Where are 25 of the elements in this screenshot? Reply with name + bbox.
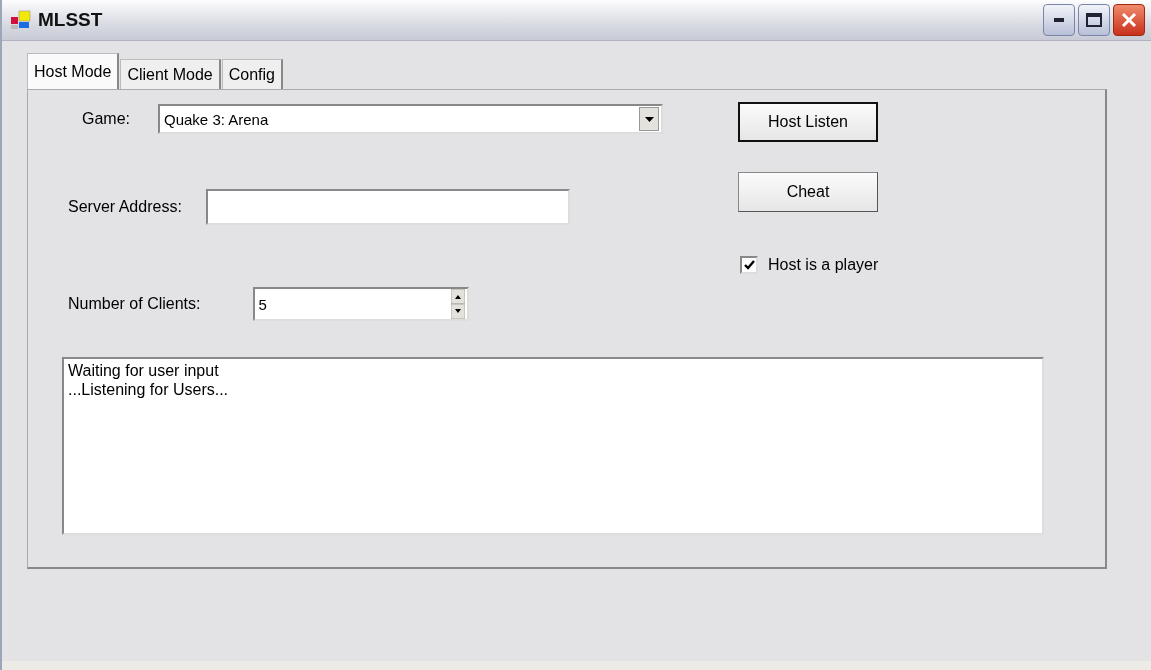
tab[interactable]: Client Mode <box>120 59 221 89</box>
push-button[interactable]: Cheat <box>738 172 878 212</box>
maximize-button[interactable] <box>1078 4 1110 36</box>
close-button[interactable] <box>1113 4 1145 36</box>
checkbox[interactable] <box>740 256 758 274</box>
checkbox-label: Host is a player <box>768 256 879 274</box>
window-title: MLSST <box>38 9 103 31</box>
spinner-arrows-icon[interactable] <box>450 289 465 319</box>
checkmark-icon <box>743 260 755 270</box>
clients-spinner[interactable]: 5 <box>252 287 469 321</box>
field-label: Number of Clients: <box>68 295 201 313</box>
app-icon <box>10 10 32 30</box>
minimize-button[interactable] <box>1043 4 1075 36</box>
server-address-field[interactable] <box>205 189 570 225</box>
log-line: Waiting for user input <box>68 361 219 380</box>
tab[interactable]: Host Mode <box>27 53 120 89</box>
push-button[interactable]: Host Listen <box>738 102 878 142</box>
log-line: ...Listening for Users... <box>68 380 229 399</box>
close-icon <box>1121 12 1137 28</box>
minimize-icon <box>1054 18 1064 22</box>
game-dropdown[interactable]: Quake 3: Arena <box>158 104 663 134</box>
field-label: Server Address: <box>68 198 182 216</box>
tab[interactable]: Config <box>221 59 283 89</box>
field-label: Game: <box>82 110 130 128</box>
maximize-icon <box>1086 13 1102 27</box>
